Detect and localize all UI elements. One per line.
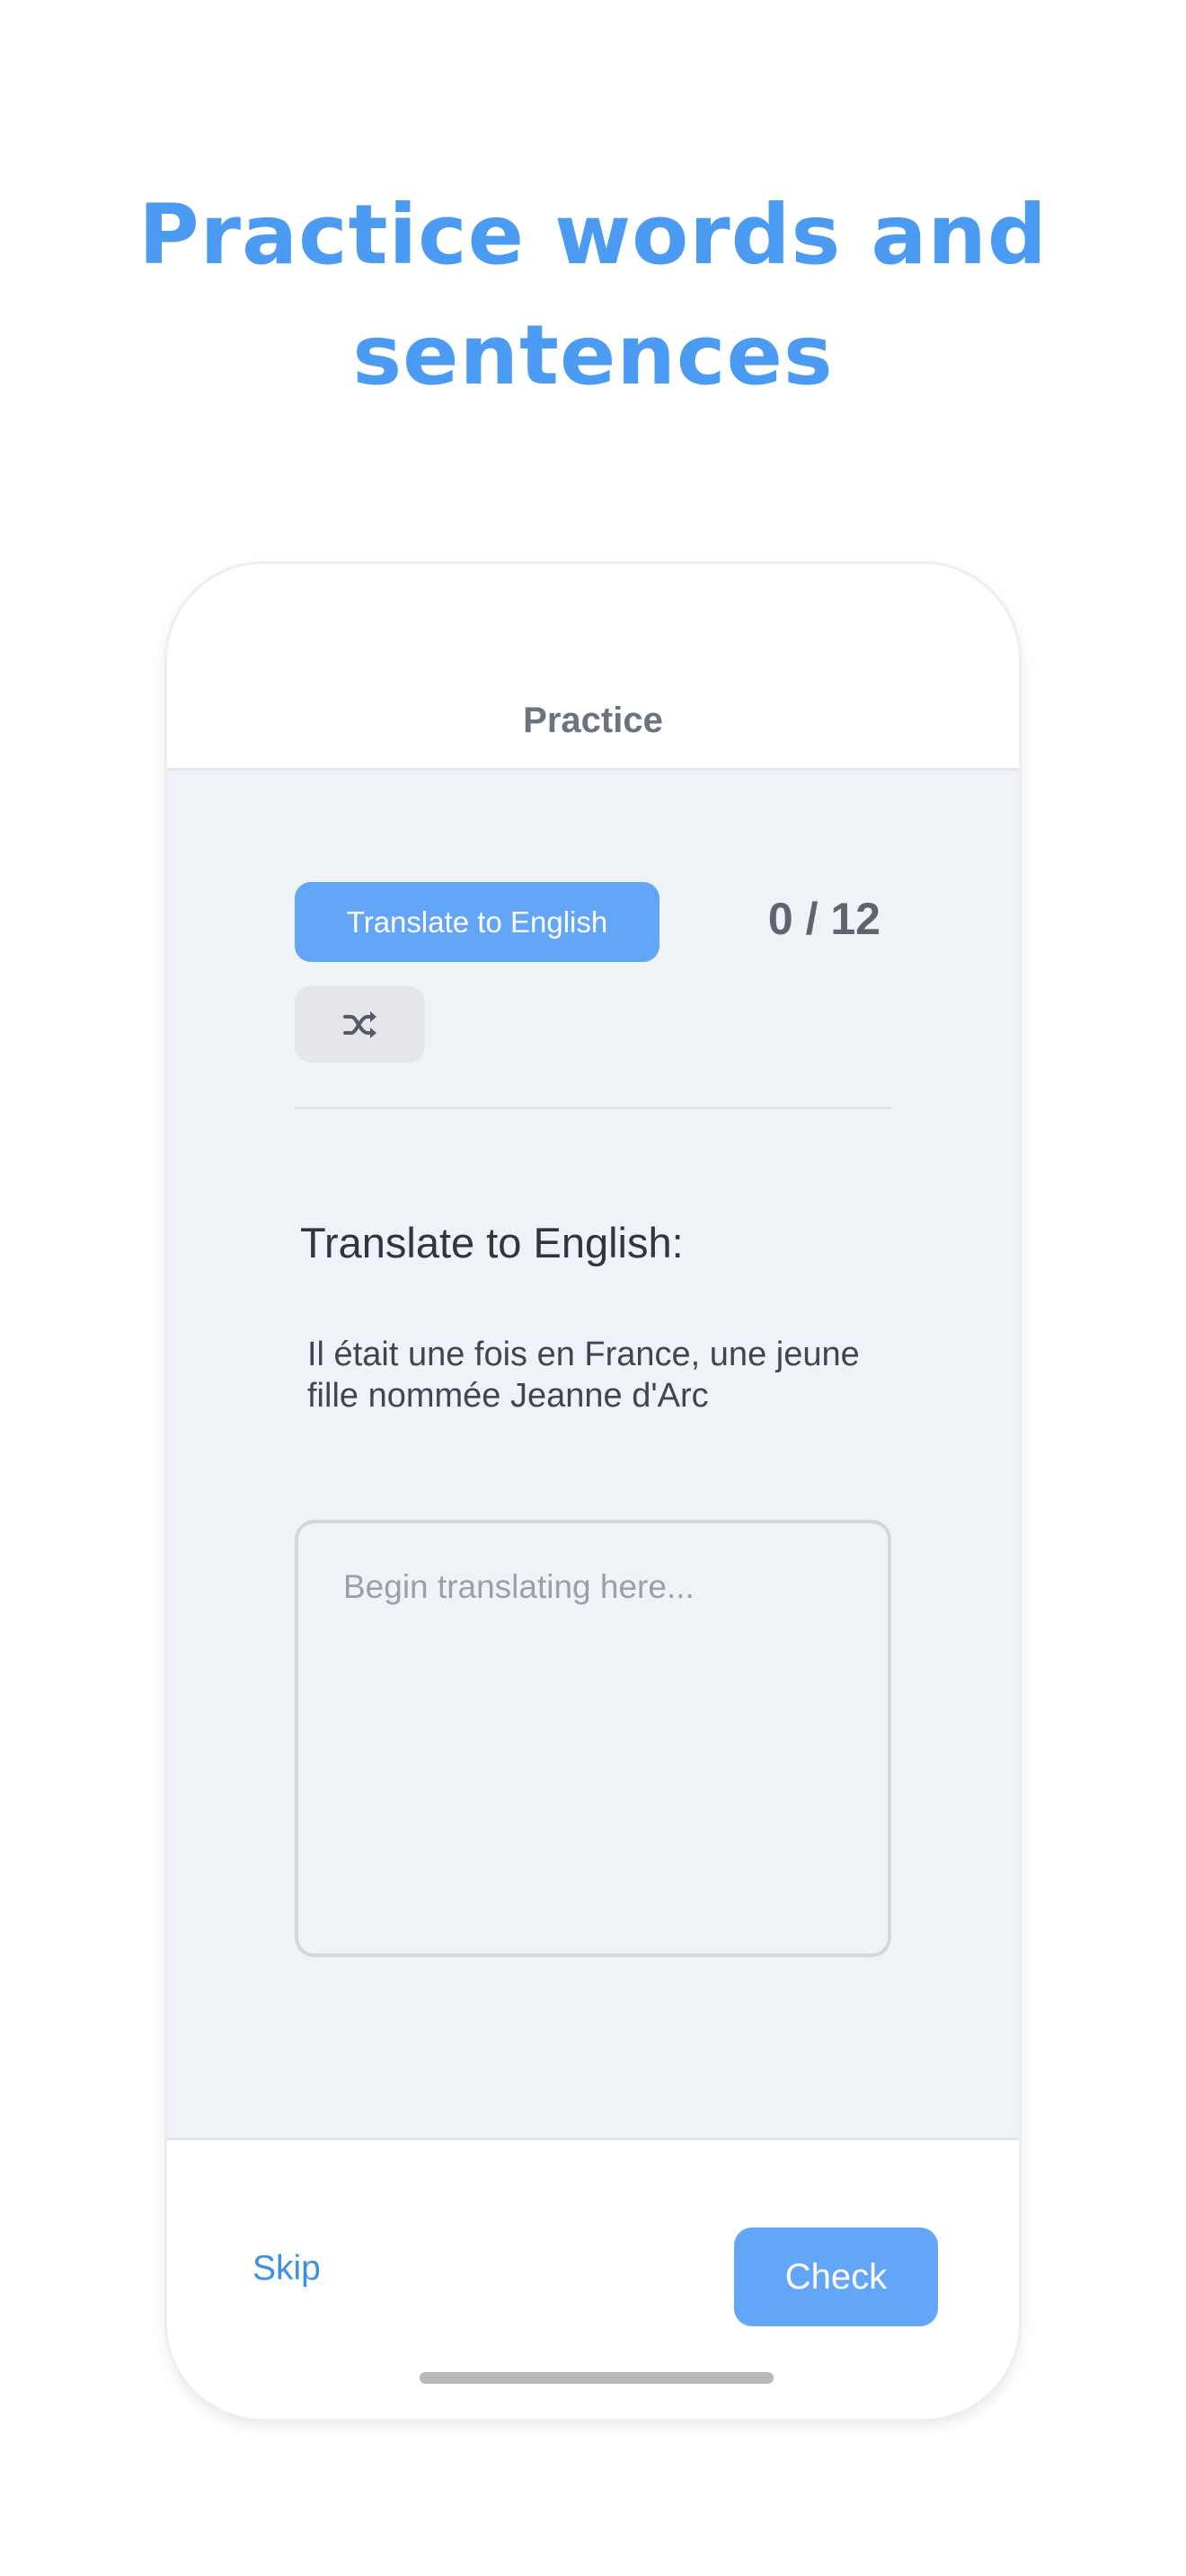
shuffle-button[interactable] (295, 986, 425, 1063)
progress-counter: 0 / 12 (767, 894, 881, 944)
headline-line-2: sentences (352, 307, 834, 403)
navigation-bar: Practice (167, 564, 1019, 771)
home-indicator (420, 2372, 774, 2384)
prompt-heading: Translate to English: (300, 1219, 684, 1266)
skip-button[interactable]: Skip (252, 2244, 321, 2294)
marketing-headline: Practice words and sentences (0, 175, 1186, 416)
translation-input[interactable] (295, 1520, 891, 1957)
phone-frame: Practice Translate to English 0 / 12 Tra… (164, 561, 1022, 2422)
translate-mode-button[interactable]: Translate to English (295, 882, 659, 962)
source-sentence: Il était une fois en France, une jeune f… (307, 1336, 860, 1415)
page-title: Practice (523, 701, 663, 740)
headline-line-1: Practice words and (138, 187, 1048, 283)
shuffle-icon (342, 1010, 376, 1038)
bottom-action-bar: Skip Check (167, 2138, 1019, 2419)
practice-content: Translate to English 0 / 12 Translate to… (167, 771, 1019, 2138)
check-button[interactable]: Check (734, 2228, 938, 2326)
section-divider (295, 1107, 891, 1109)
